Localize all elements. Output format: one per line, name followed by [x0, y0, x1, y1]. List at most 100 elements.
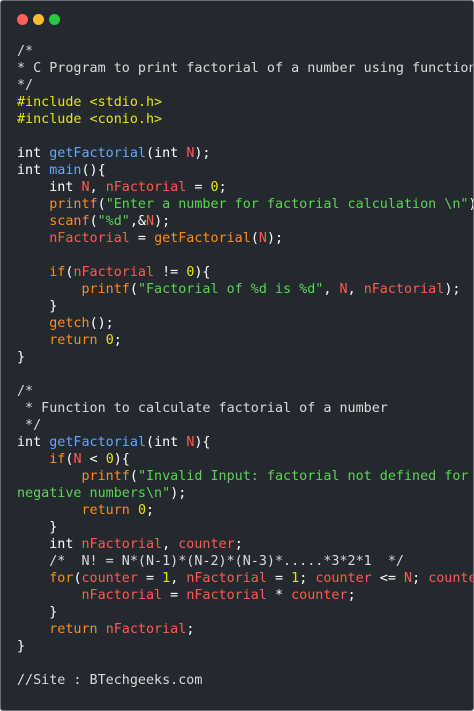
code-token: * [266, 588, 292, 603]
code-token: nFactorial [186, 571, 267, 586]
code-token: return [49, 333, 98, 348]
code-token: ); [154, 214, 171, 229]
code-token: ; [113, 333, 122, 348]
code-token: ( [250, 231, 259, 246]
code-token: ); [444, 282, 461, 297]
code-token: nFactorial [186, 588, 267, 603]
minimize-dot-icon [33, 14, 44, 25]
code-token: = [162, 588, 187, 603]
code-line: printf("Enter a number for factorial cal… [17, 196, 473, 213]
code-token: ); [266, 231, 284, 246]
code-token: "Factorial of %d is %d" [137, 282, 324, 297]
code-line: int N, nFactorial = 0; [17, 179, 467, 196]
code-token: counter [81, 571, 138, 586]
code-token: } [17, 605, 58, 620]
code-token: (){ [81, 163, 106, 178]
code-line: return 0; [17, 502, 467, 519]
code-line: int nFactorial, counter; [17, 536, 467, 553]
code-token: ){ [113, 452, 130, 467]
code-token: 1 [162, 571, 171, 586]
code-token: ); [194, 146, 211, 161]
code-token: #include <stdio.h> [17, 95, 163, 110]
code-token: printf [81, 469, 130, 484]
code-token: int [17, 537, 82, 552]
code-token: if [17, 452, 66, 467]
code-line: return nFactorial; [17, 621, 467, 638]
code-token: main [49, 163, 82, 178]
code-token: ; [234, 537, 243, 552]
code-token: ( [129, 282, 138, 297]
code-token: /* [17, 384, 34, 399]
code-token: 1 [291, 571, 300, 586]
code-token: } [17, 299, 58, 314]
code-token: 0 [105, 333, 114, 348]
code-token: ( [97, 197, 106, 212]
code-token: getFactorial [49, 435, 146, 450]
code-token: getFactorial [154, 231, 251, 246]
code-token: nFactorial [363, 282, 445, 297]
code-token: < [81, 452, 106, 467]
code-line: return 0; [17, 332, 467, 349]
code-token: "%d" [97, 214, 130, 229]
code-line: } [17, 604, 467, 621]
code-token: */ [17, 418, 42, 433]
code-token: negative numbers\n" [17, 486, 171, 501]
code-token: printf [81, 282, 130, 297]
code-token: "Invalid Input: factorial not defined fo… [137, 469, 474, 484]
window-titlebar [1, 1, 473, 37]
code-token: N [339, 282, 348, 297]
code-line: negative numbers\n"); [17, 485, 467, 502]
code-token: return [81, 503, 130, 518]
code-token: nFactorial [81, 588, 163, 603]
code-token: #include <conio.h> [17, 112, 163, 127]
code-line: */ [17, 417, 467, 434]
code-token: N [146, 214, 155, 229]
code-token: ( [146, 435, 155, 450]
code-token: ( [129, 469, 138, 484]
code-token: ; [146, 503, 155, 518]
code-token: counter [178, 537, 235, 552]
code-token: N [404, 571, 413, 586]
code-token: "Enter a number for factorial calculatio… [105, 197, 469, 212]
code-token: } [17, 520, 58, 535]
code-token: ; [186, 622, 195, 637]
code-token: ; [412, 571, 429, 586]
code-line: for(counter = 1, nFactorial = 1; counter… [17, 570, 473, 587]
code-token: nFactorial [49, 231, 130, 246]
code-line: } [17, 349, 467, 366]
code-window: /* * C Program to print factorial of a nu… [0, 0, 474, 711]
code-token: ; [347, 588, 356, 603]
code-token: if [17, 265, 66, 280]
code-token: /* N! = N*(N-1)*(N-2)*(N-3)*.....*3*2*1 … [17, 554, 404, 569]
code-token: int [17, 180, 82, 195]
code-token: printf [49, 197, 98, 212]
code-line: int getFactorial(int N); [17, 145, 467, 162]
code-token: scanf [49, 214, 90, 229]
code-token: } [17, 350, 26, 365]
code-token: 0 [210, 180, 219, 195]
code-token: ){ [194, 435, 211, 450]
code-line: nFactorial = nFactorial * counter; [17, 587, 467, 604]
code-token: getch [49, 316, 90, 331]
code-token: ( [73, 571, 82, 586]
code-token: , [170, 571, 187, 586]
code-token: ( [89, 214, 98, 229]
code-token: = [137, 571, 163, 586]
maximize-dot-icon [49, 14, 60, 25]
code-token: counter [315, 571, 372, 586]
code-token: nFactorial [105, 180, 187, 195]
code-token: * C Program to print factorial of a numb… [17, 61, 474, 76]
code-token: int [154, 435, 187, 450]
code-token: nFactorial [105, 622, 187, 637]
code-token: 0 [105, 452, 114, 467]
